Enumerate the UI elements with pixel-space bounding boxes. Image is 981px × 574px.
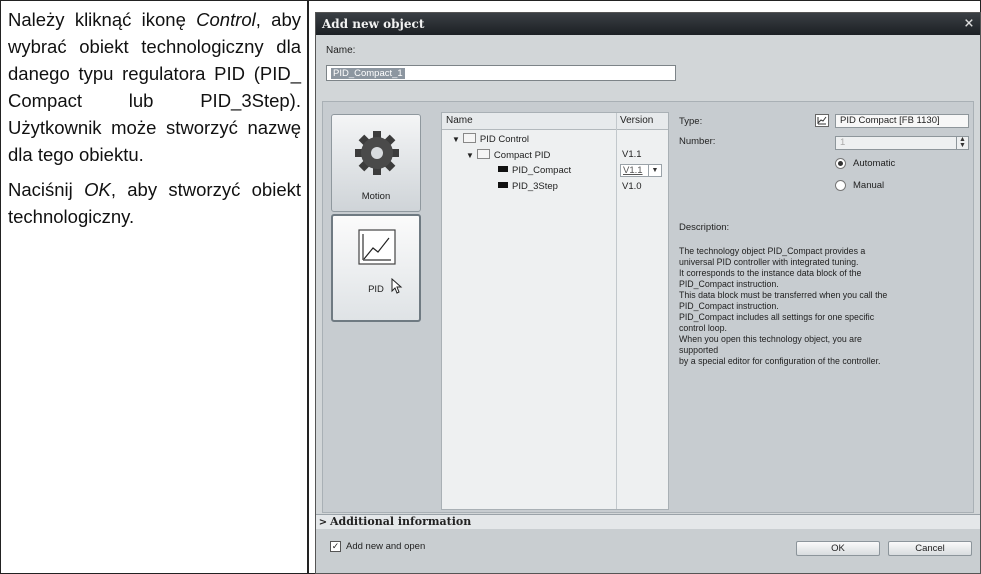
- add-new-object-dialog: Add new object × Name: PID_Compact_1 Mot…: [315, 12, 981, 574]
- folder-icon: [476, 149, 490, 159]
- spinner-arrows-icon[interactable]: ▲ ▼: [956, 136, 968, 149]
- chevron-right-icon[interactable]: >: [316, 516, 330, 530]
- chevron-down-icon[interactable]: ▼: [648, 165, 661, 176]
- instruction-paragraph-2: Naciśnij OK, aby stworzyć obiekt technol…: [8, 179, 301, 227]
- dialog-titlebar: Add new object ×: [316, 13, 980, 35]
- name-input-value: PID_Compact_1: [331, 68, 405, 79]
- name-label: Name:: [326, 45, 356, 56]
- additional-information-expander[interactable]: > Additional information: [316, 514, 980, 530]
- close-icon[interactable]: ×: [962, 13, 976, 35]
- ok-button[interactable]: OK: [796, 541, 880, 556]
- folder-icon: [462, 133, 476, 143]
- dialog-footer: ✓ Add new and open OK Cancel: [316, 529, 980, 573]
- number-label: Number:: [679, 136, 716, 147]
- instruction-paragraph-1: Należy kliknąć ikonę Control, aby wybrać…: [8, 9, 301, 165]
- gear-icon: [355, 131, 399, 175]
- mouse-cursor-icon: [391, 278, 403, 294]
- radio-automatic-indicator[interactable]: [835, 158, 846, 169]
- object-details: Type: PID Compact [FB 1130] Number: 1 ▲ ▼ …: [679, 114, 971, 504]
- category-pid-label: PID: [368, 284, 384, 295]
- name-input[interactable]: PID_Compact_1: [326, 65, 676, 81]
- tree-column-version[interactable]: Version: [620, 115, 653, 126]
- instruction-text: Należy kliknąć ikonę Control, aby wybrać…: [8, 6, 301, 238]
- tree-item-pid-compact[interactable]: PID_Compact V1.1 ▼: [442, 163, 668, 179]
- tree-column-name[interactable]: Name: [446, 115, 473, 126]
- object-selection-panel: Motion PID Name Version ▼ PID Control ▼ …: [322, 101, 974, 513]
- description-label: Description:: [679, 222, 730, 233]
- type-label: Type:: [679, 116, 703, 127]
- add-new-and-open-label[interactable]: Add new and open: [346, 541, 425, 552]
- function-block-icon: [498, 182, 508, 188]
- function-block-icon: [498, 166, 508, 172]
- object-tree: Name Version ▼ PID Control ▼ Compact PID V…: [441, 112, 669, 510]
- version-select[interactable]: V1.1 ▼: [620, 164, 662, 177]
- category-motion-label: Motion: [361, 191, 391, 202]
- cancel-button[interactable]: Cancel: [888, 541, 972, 556]
- category-pid-button[interactable]: PID: [331, 214, 421, 322]
- tree-item-pid-3step[interactable]: PID_3Step V1.0: [442, 179, 668, 195]
- number-stepper[interactable]: 1 ▲ ▼: [835, 136, 969, 150]
- pid-type-icon: [815, 114, 829, 127]
- radio-manual-indicator[interactable]: [835, 180, 846, 191]
- description-text: The technology object PID_Compact provid…: [679, 246, 888, 366]
- category-motion-button[interactable]: Motion: [331, 114, 421, 212]
- type-value: PID Compact [FB 1130]: [835, 114, 969, 128]
- dialog-title: Add new object: [322, 17, 425, 31]
- column-divider: [307, 0, 309, 574]
- tree-item-compact-pid[interactable]: ▼ Compact PID V1.1: [442, 147, 668, 163]
- add-new-and-open-checkbox[interactable]: ✓: [330, 541, 341, 552]
- tree-item-pid-control[interactable]: ▼ PID Control: [442, 131, 668, 147]
- pid-chart-icon: [358, 229, 396, 265]
- expand-arrow-icon[interactable]: ▼: [466, 151, 474, 160]
- expand-arrow-icon[interactable]: ▼: [452, 135, 460, 144]
- tree-header: Name Version: [442, 113, 668, 130]
